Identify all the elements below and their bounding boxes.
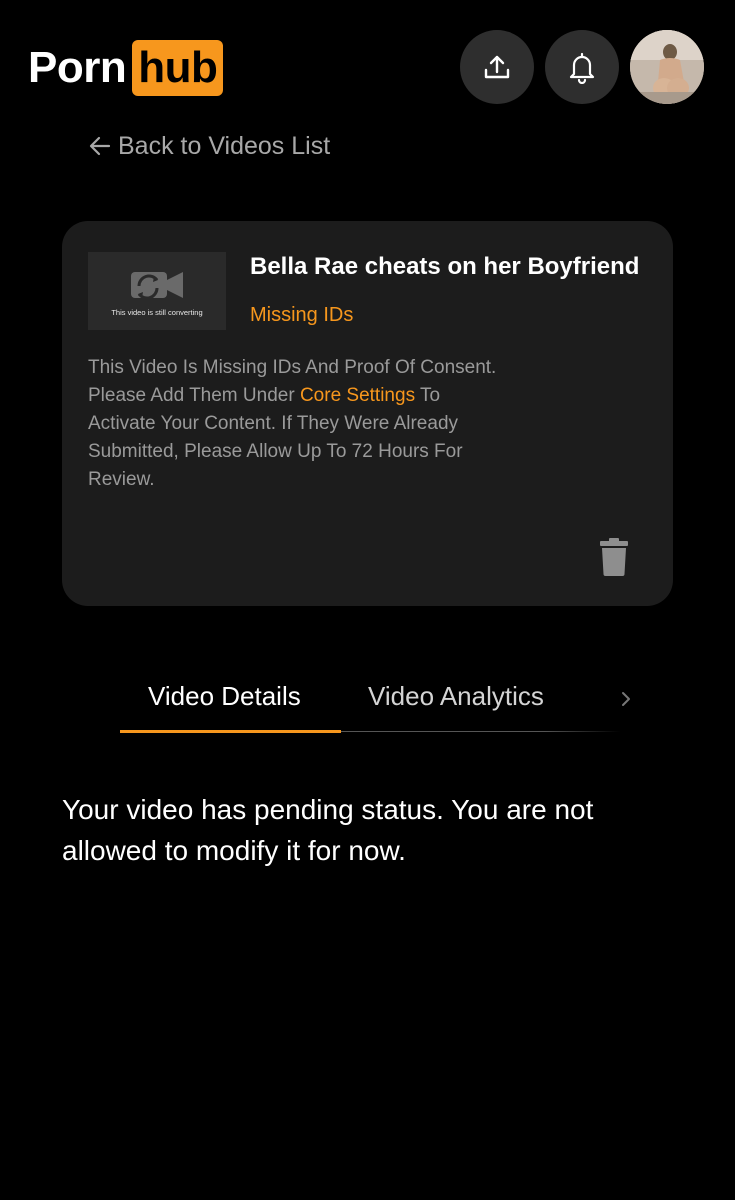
- back-link-label: Back to Videos List: [118, 131, 331, 160]
- thumbnail-caption: This video is still converting: [111, 308, 203, 317]
- video-tabs: Video Details Video Analytics: [120, 668, 620, 733]
- logo-text-badge: hub: [132, 40, 224, 96]
- core-settings-link[interactable]: Core Settings: [300, 385, 415, 406]
- upload-button[interactable]: [460, 30, 534, 104]
- user-avatar[interactable]: [630, 30, 704, 104]
- status-badge: Missing IDs: [250, 304, 354, 326]
- site-logo[interactable]: Porn hub: [28, 40, 224, 96]
- avatar-image: [630, 30, 704, 104]
- bell-icon: [569, 52, 595, 84]
- arrow-left-icon: [88, 134, 112, 158]
- logo-text-primary: Porn: [28, 43, 127, 92]
- tab-video-details[interactable]: Video Details: [148, 678, 301, 714]
- tabs-scroll-right-button[interactable]: [618, 686, 634, 712]
- active-tab-indicator: [120, 730, 341, 733]
- upload-icon: [484, 55, 510, 79]
- pending-status-message: Your video has pending status. You are n…: [62, 794, 594, 866]
- delete-video-button[interactable]: [598, 537, 630, 577]
- back-to-videos-link[interactable]: Back to Videos List: [88, 128, 330, 164]
- video-title[interactable]: Bella Rae cheats on her Boyfriend: [250, 251, 650, 283]
- trash-icon: [600, 538, 628, 576]
- notifications-button[interactable]: [545, 30, 619, 104]
- video-card: This video is still converting Bella Rae…: [62, 221, 673, 606]
- chevron-right-icon: [622, 692, 630, 706]
- video-converting-icon: [131, 272, 183, 300]
- video-thumbnail[interactable]: This video is still converting: [88, 252, 226, 330]
- missing-ids-notice: This Video Is Missing IDs And Proof Of C…: [88, 354, 508, 494]
- tab-video-analytics[interactable]: Video Analytics: [368, 678, 544, 714]
